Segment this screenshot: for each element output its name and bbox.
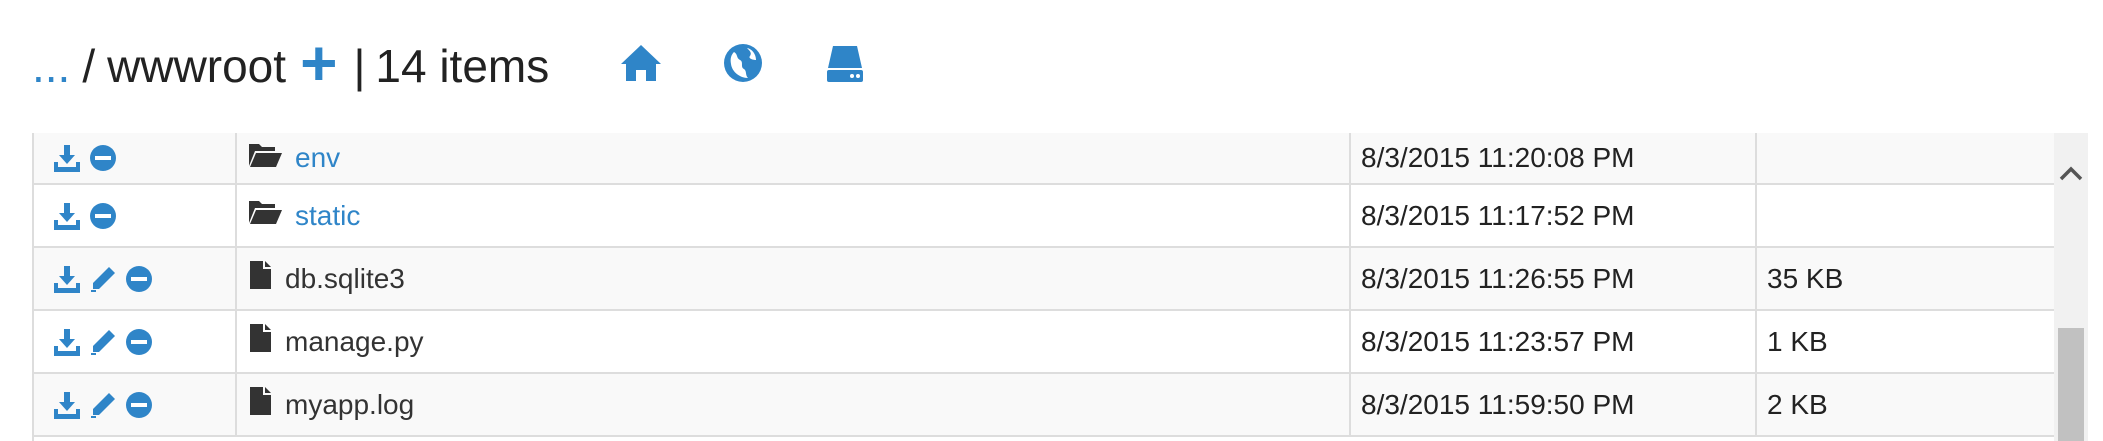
file-name: myapp.log xyxy=(285,388,415,420)
modified-date: 8/3/2015 11:17:52 PM xyxy=(1350,184,1757,248)
file-row: db.sqlite3 8/3/2015 11:26:55 PM 35 KB xyxy=(34,247,2056,311)
download-icon[interactable] xyxy=(52,201,82,231)
file-icon xyxy=(247,386,273,423)
row-actions xyxy=(34,133,237,185)
file-name: manage.py xyxy=(285,325,424,357)
file-size: 1 KB xyxy=(1756,310,2056,374)
download-icon[interactable] xyxy=(52,327,82,357)
file-icon xyxy=(247,323,273,360)
breadcrumb-separator: / xyxy=(82,40,96,92)
file-row: manage.py 8/3/2015 11:23:57 PM 1 KB xyxy=(34,310,2056,374)
name-cell: env xyxy=(236,133,1351,185)
download-icon[interactable] xyxy=(52,143,82,173)
folder-icon xyxy=(247,197,283,234)
delete-icon[interactable] xyxy=(88,201,118,231)
item-count: 14 items xyxy=(375,40,550,92)
file-name: db.sqlite3 xyxy=(285,262,405,294)
folder-icon xyxy=(247,140,283,177)
row-actions xyxy=(34,310,237,374)
table-scrollbar[interactable] xyxy=(2054,133,2088,441)
scroll-up-icon[interactable] xyxy=(2058,163,2084,183)
modified-date: 8/3/2015 11:59:50 PM xyxy=(1350,373,1757,437)
file-size: 2 KB xyxy=(1756,373,2056,437)
edit-icon[interactable] xyxy=(88,327,118,357)
row-actions xyxy=(34,247,237,311)
file-row: env 8/3/2015 11:20:08 PM xyxy=(34,133,2056,185)
breadcrumb: ... / wwwroot + | 14 items xyxy=(32,26,549,106)
home-icon[interactable] xyxy=(618,40,664,86)
modified-date: 8/3/2015 11:20:08 PM xyxy=(1350,133,1757,185)
name-cell: db.sqlite3 xyxy=(236,247,1351,311)
delete-icon[interactable] xyxy=(124,264,154,294)
file-size xyxy=(1756,184,2056,248)
modified-date: 8/3/2015 11:26:55 PM xyxy=(1350,247,1757,311)
download-icon[interactable] xyxy=(52,264,82,294)
name-cell: manage.py xyxy=(236,310,1351,374)
add-new-icon[interactable]: + xyxy=(300,31,337,95)
file-size xyxy=(1756,133,2056,185)
delete-icon[interactable] xyxy=(88,143,118,173)
breadcrumb-parent-link[interactable]: ... xyxy=(32,39,70,93)
file-size: 35 KB xyxy=(1756,247,2056,311)
edit-icon[interactable] xyxy=(88,264,118,294)
globe-icon[interactable] xyxy=(720,40,766,86)
file-row: static 8/3/2015 11:17:52 PM xyxy=(34,184,2056,248)
folder-link[interactable]: env xyxy=(295,142,340,174)
folder-link[interactable]: static xyxy=(295,200,360,232)
drive-icon[interactable] xyxy=(822,40,868,86)
row-actions xyxy=(34,373,237,437)
breadcrumb-divider: | xyxy=(353,40,366,92)
delete-icon[interactable] xyxy=(124,390,154,420)
file-row: myapp.log 8/3/2015 11:59:50 PM 2 KB xyxy=(34,373,2056,437)
delete-icon[interactable] xyxy=(124,327,154,357)
edit-icon[interactable] xyxy=(88,390,118,420)
file-icon xyxy=(247,260,273,297)
download-icon[interactable] xyxy=(52,390,82,420)
file-table: env 8/3/2015 11:20:08 PM static 8/3/2015 11… xyxy=(32,133,2056,441)
name-cell: static xyxy=(236,184,1351,248)
name-cell: myapp.log xyxy=(236,373,1351,437)
row-actions xyxy=(34,184,237,248)
scrollbar-thumb[interactable] xyxy=(2058,328,2084,441)
modified-date: 8/3/2015 11:23:57 PM xyxy=(1350,310,1757,374)
current-folder-name: wwwroot xyxy=(107,40,287,92)
